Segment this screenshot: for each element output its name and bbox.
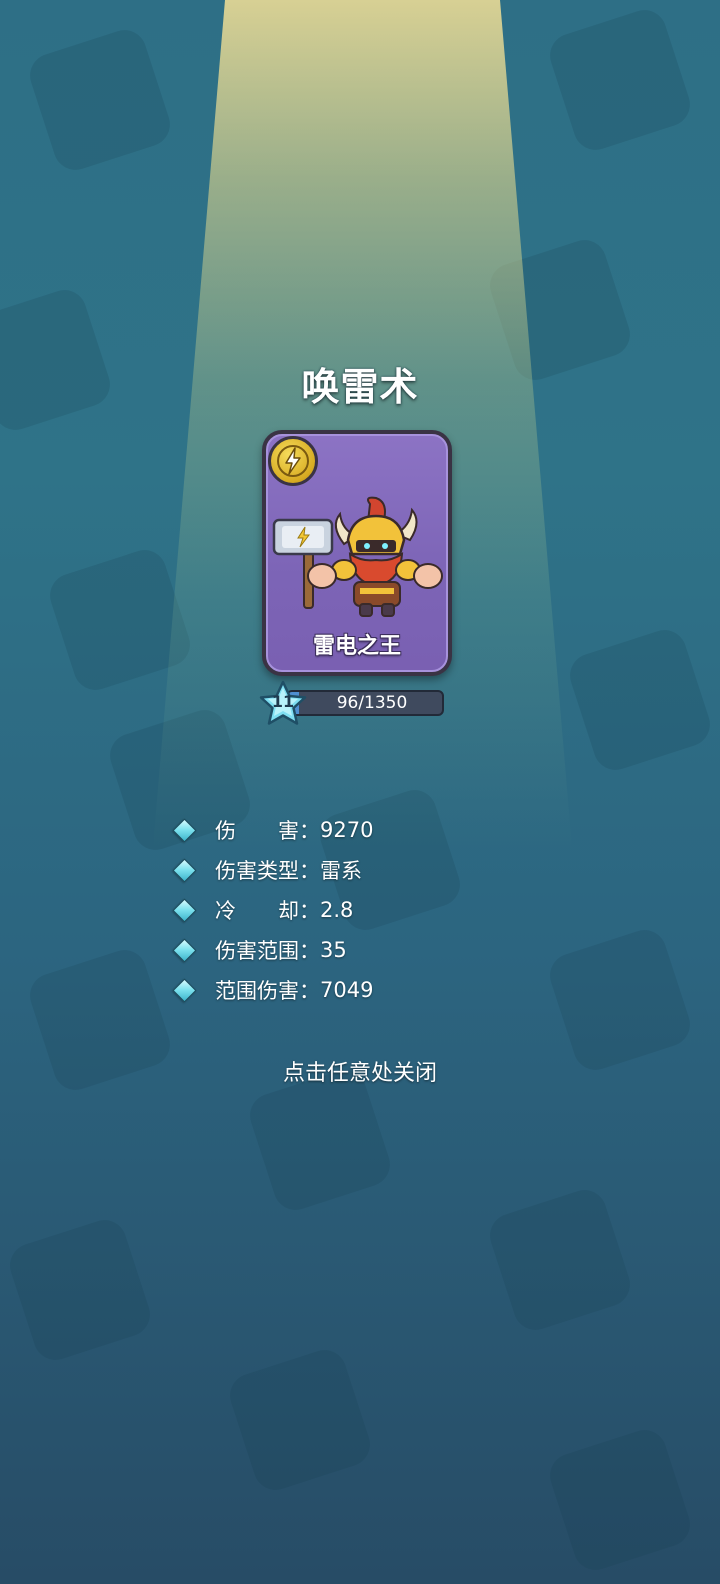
skill-title: 唤雷术: [301, 365, 419, 409]
background-tile: [4, 1214, 156, 1366]
stat-label: 范围伤害：: [215, 979, 320, 1003]
stat-label: 伤害范围：: [215, 939, 320, 963]
stat-row-area-damage: 范围伤害： 7049: [172, 970, 592, 1010]
hero-card: 雷电之王: [262, 430, 452, 676]
stat-row-cooldown: 冷 却： 2.8: [172, 890, 592, 930]
background-tile: [224, 1344, 376, 1496]
background-tile: [544, 4, 696, 156]
stat-value: 雷系: [320, 859, 362, 883]
skill-stats: 伤 害： 9270 伤害类型： 雷系 冷 却： 2.8 伤害范围： 35 范围伤…: [172, 810, 592, 1010]
lightning-icon: [277, 445, 309, 477]
hero-name: 雷电之王: [312, 634, 401, 659]
stat-label: 冷 却：: [215, 899, 320, 923]
background-tile: [484, 1184, 636, 1336]
hero-card-face: 雷电之王: [266, 434, 448, 672]
diamond-bullet-icon: [172, 937, 197, 963]
diamond-bullet-icon: [172, 977, 197, 1003]
stat-label: 伤 害：: [215, 819, 320, 843]
stat-value: 2.8: [320, 898, 354, 922]
stat-value: 35: [320, 938, 347, 962]
stat-value: 9270: [320, 818, 374, 842]
stat-row-damage-range: 伤害范围： 35: [172, 930, 592, 970]
stat-row-damage: 伤 害： 9270: [172, 810, 592, 850]
background-tile: [564, 624, 716, 776]
element-badge: [268, 436, 318, 486]
level-number: 11: [271, 692, 295, 711]
xp-bar: 96/1350: [286, 690, 444, 716]
stat-row-damage-type: 伤害类型： 雷系: [172, 850, 592, 890]
background-tile: [44, 544, 196, 696]
xp-text: 96/1350: [336, 693, 408, 713]
diamond-bullet-icon: [172, 817, 197, 843]
diamond-bullet-icon: [172, 897, 197, 923]
thunder-king-hero-icon: [272, 496, 443, 617]
stat-value: 7049: [320, 978, 374, 1002]
close-hint[interactable]: 点击任意处关闭: [0, 1055, 720, 1087]
tap-to-close-overlay[interactable]: 唤雷术 雷电之王 96/1350 11 伤 害： 9270 伤害类型： 雷系 冷…: [0, 0, 720, 1584]
background-tile: [244, 1064, 396, 1216]
stat-label: 伤害类型：: [215, 859, 320, 883]
diamond-bullet-icon: [172, 857, 197, 883]
level-progress: 96/1350 11: [258, 680, 446, 728]
background-tile: [24, 24, 176, 176]
background-tile: [544, 1424, 696, 1576]
